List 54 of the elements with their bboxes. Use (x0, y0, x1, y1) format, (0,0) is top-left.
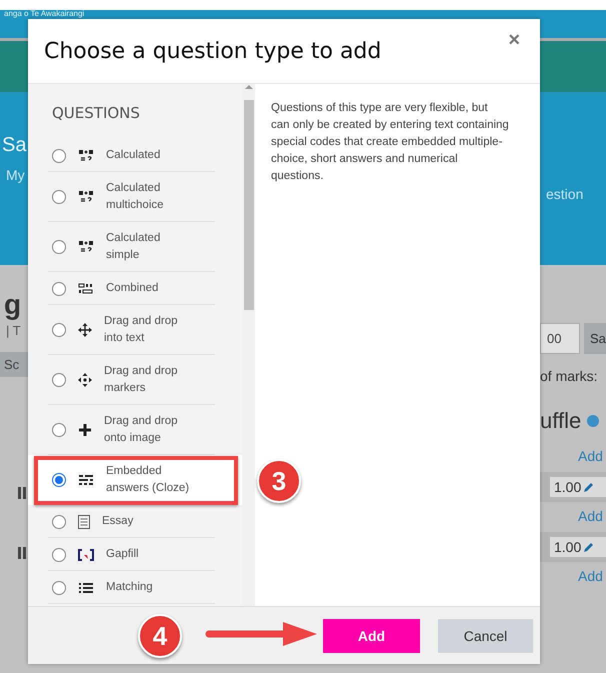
scroll-up-icon[interactable] (244, 84, 252, 90)
question-type-option[interactable]: Drag and drop into text (28, 305, 242, 355)
formula-icon (78, 148, 94, 162)
radio-button[interactable] (52, 323, 66, 337)
plus-icon (78, 423, 92, 437)
section-heading: QUESTIONS (52, 104, 141, 122)
radio-button[interactable] (52, 190, 66, 204)
question-type-option[interactable]: Gapfill (28, 538, 242, 571)
formula-icon (78, 240, 94, 254)
question-type-option[interactable]: Calculated simple (28, 222, 242, 272)
course-title: Sa (2, 134, 26, 157)
site-name: anga o Te Awakairangi (3, 10, 84, 18)
cancel-button[interactable]: Cancel (438, 618, 533, 652)
question-type-option[interactable]: Calculated multichoice (28, 172, 242, 222)
dialog-title: Choose a question type to add (44, 38, 382, 64)
page-subheading: | T (6, 323, 21, 338)
radio-button[interactable] (52, 148, 66, 162)
document-icon (78, 514, 90, 528)
radio-button[interactable] (52, 423, 66, 437)
pencil-icon[interactable] (583, 482, 594, 492)
drag-handle-icon[interactable] (18, 547, 26, 559)
shuffle-heading: uffle (540, 408, 582, 434)
radio-button[interactable] (52, 473, 66, 487)
radio-button[interactable] (52, 514, 66, 528)
max-grade-field[interactable]: 00 (540, 323, 580, 354)
radio-button[interactable] (52, 580, 66, 594)
mark-value[interactable]: 1.00 (550, 477, 606, 497)
close-button[interactable]: × (504, 29, 524, 52)
marks-label: of marks: (540, 368, 598, 384)
formula-icon (78, 190, 94, 204)
add-button[interactable]: Add (323, 618, 420, 652)
cloze-icon (78, 474, 94, 486)
question-type-option[interactable]: Combined (28, 272, 242, 305)
page-heading: g (4, 289, 22, 321)
gapfill-icon (78, 548, 94, 560)
question-type-option[interactable]: Calculated (28, 139, 242, 172)
scrollbar-thumb[interactable] (244, 100, 254, 310)
move-arrows-icon (78, 323, 92, 337)
matching-list-icon (78, 582, 94, 594)
radio-button[interactable] (52, 240, 66, 254)
radio-button[interactable] (52, 548, 66, 562)
arrow-icon (205, 620, 318, 648)
save-button[interactable]: Sa (584, 323, 606, 354)
question-type-option[interactable]: Matching (28, 571, 242, 604)
question-type-option[interactable]: Essay (28, 505, 242, 538)
pencil-icon[interactable] (583, 542, 594, 552)
markers-icon (78, 373, 92, 387)
combined-icon (78, 282, 94, 294)
drag-handle-icon[interactable] (18, 487, 26, 499)
radio-button[interactable] (52, 373, 66, 387)
mark-value[interactable]: 1.00 (550, 537, 606, 557)
radio-button[interactable] (52, 282, 66, 296)
help-icon[interactable] (587, 415, 600, 427)
type-description: Questions of this type are very flexible, but can only be created by entering text containing special codes that create embedded multiple-choice, short answers and numerical questions. (271, 101, 509, 184)
